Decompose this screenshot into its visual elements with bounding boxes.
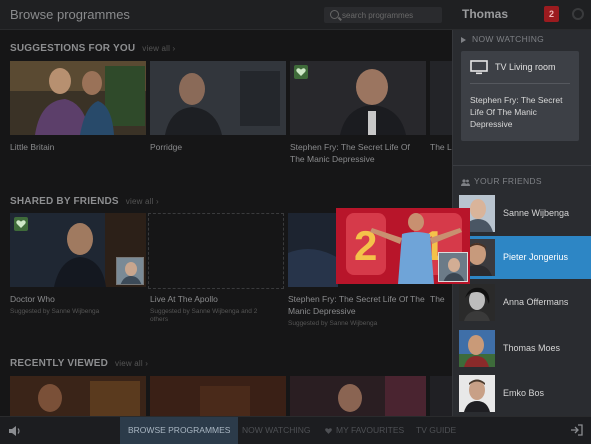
- social-panel: NOW WATCHING TV Living room Stephen Fry:…: [452, 30, 591, 444]
- section-title: SHARED BY FRIENDS: [10, 196, 119, 207]
- volume-icon[interactable]: [8, 425, 22, 437]
- programme-image: [10, 61, 146, 135]
- label-text: YOUR FRIENDS: [474, 176, 542, 186]
- programme-image: [430, 376, 452, 416]
- avatar: [459, 375, 495, 412]
- tile-title: Porridge: [150, 142, 183, 152]
- label-text: NOW WATCHING: [472, 34, 545, 44]
- tile-title: The: [430, 294, 445, 304]
- programme-image: [150, 61, 286, 135]
- tile-title: Doctor Who: [10, 294, 55, 304]
- section-title: RECENTLY VIEWED: [10, 358, 109, 369]
- programme-tile-doctor-who[interactable]: [10, 213, 146, 287]
- friend-item[interactable]: Emko Bos: [453, 372, 591, 415]
- device-name: TV Living room: [495, 62, 556, 72]
- tile-title: The L: [430, 142, 452, 152]
- programme-tile-live-at-the-apollo[interactable]: [148, 213, 284, 289]
- search-input[interactable]: [342, 8, 438, 22]
- user-name[interactable]: Thomas: [462, 7, 508, 21]
- programme-tile-recent-3[interactable]: [290, 376, 426, 416]
- friend-name: Sanne Wijbenga: [503, 208, 570, 218]
- notification-badge[interactable]: 2: [544, 6, 559, 22]
- tile-subtitle: Suggested by Sanne Wijbenga: [10, 308, 100, 315]
- favourite-heart-icon: [294, 65, 308, 79]
- heart-icon: [325, 428, 332, 434]
- friend-item[interactable]: Anna Offermans: [453, 281, 591, 324]
- tile-title: Stephen Fry: The Secret Life Of The Mani…: [290, 142, 410, 164]
- your-friends-label: YOUR FRIENDS: [461, 176, 542, 187]
- nav-my-favourites[interactable]: MY FAVOURITES: [316, 417, 412, 444]
- nav-label: MY FAVOURITES: [336, 425, 405, 435]
- friend-name: Thomas Moes: [503, 343, 561, 353]
- tv-icon: [470, 60, 488, 75]
- nav-now-watching[interactable]: NOW WATCHING: [234, 417, 318, 444]
- view-all-link[interactable]: view all ›: [142, 44, 175, 53]
- settings-gear-icon[interactable]: [572, 8, 584, 20]
- programme-tile-recent-4[interactable]: [430, 376, 452, 416]
- programme-image: [430, 61, 452, 135]
- tile-title: Little Britain: [10, 142, 55, 152]
- now-playing-programme: Stephen Fry: The Secret Life Of The Mani…: [470, 95, 563, 129]
- page-title: Browse programmes: [10, 7, 130, 22]
- nav-tv-guide[interactable]: TV GUIDE: [408, 417, 464, 444]
- friend-name: Emko Bos: [503, 388, 545, 398]
- programme-image: [290, 61, 426, 135]
- divider: [470, 83, 570, 84]
- view-all-link[interactable]: view all ›: [126, 197, 159, 206]
- friend-item[interactable]: Sanne Wijbenga: [453, 192, 591, 235]
- avatar: [459, 284, 495, 321]
- programme-tile-porridge[interactable]: [150, 61, 286, 135]
- tile-title: Stephen Fry: The Secret Life Of The Mani…: [288, 294, 425, 316]
- friend-item-selected[interactable]: Pieter Jongerius: [453, 236, 591, 279]
- programme-image: [150, 376, 286, 416]
- programme-image: [290, 376, 426, 416]
- tile-subtitle: Suggested by Sanne Wijbenga: [288, 320, 378, 327]
- search-icon: [330, 10, 339, 19]
- nav-browse-programmes[interactable]: BROWSE PROGRAMMES: [120, 417, 239, 444]
- bottom-nav-bar: BROWSE PROGRAMMES NOW WATCHING MY FAVOUR…: [0, 416, 591, 444]
- view-all-link[interactable]: view all ›: [115, 359, 148, 368]
- programme-image: [288, 213, 338, 287]
- favourite-heart-icon: [14, 217, 28, 231]
- friend-name: Pieter Jongerius: [503, 252, 569, 262]
- divider: [453, 165, 591, 166]
- friend-item[interactable]: Thomas Moes: [453, 327, 591, 370]
- dragged-programme-tile[interactable]: 2 1: [336, 208, 470, 284]
- programme-tile-partial[interactable]: [430, 61, 452, 135]
- programme-tile-recent-2[interactable]: [150, 376, 286, 416]
- programme-tile-stephen-fry[interactable]: [290, 61, 426, 135]
- avatar: [459, 330, 495, 367]
- friend-avatar: [116, 257, 144, 285]
- people-icon: [461, 178, 470, 187]
- tile-subtitle: Suggested by Sanne Wijbenga and 2 others: [150, 308, 258, 323]
- programme-tile-little-britain[interactable]: [10, 61, 146, 135]
- section-recent-header: RECENTLY VIEWED view all ›: [10, 358, 148, 369]
- now-watching-label: NOW WATCHING: [461, 34, 544, 44]
- tile-title: Live At The Apollo: [150, 294, 218, 304]
- top-bar: Browse programmes Thomas 2: [0, 0, 591, 30]
- programme-tile-recent-1[interactable]: [10, 376, 146, 416]
- friend-avatar: [438, 252, 468, 282]
- section-shared-header: SHARED BY FRIENDS view all ›: [10, 196, 159, 207]
- triangle-icon: [461, 36, 466, 43]
- programme-tile-stephen-fry-shared[interactable]: [288, 213, 338, 287]
- programme-image: [10, 376, 146, 416]
- section-title: SUGGESTIONS FOR YOU: [10, 43, 136, 54]
- search-box[interactable]: [324, 7, 442, 23]
- section-suggestions-header: SUGGESTIONS FOR YOU view all ›: [10, 43, 175, 54]
- logout-icon[interactable]: [570, 423, 584, 437]
- main-content: SUGGESTIONS FOR YOU view all › Little Br…: [0, 0, 470, 444]
- now-watching-card[interactable]: TV Living room Stephen Fry: The Secret L…: [461, 51, 579, 141]
- friend-name: Anna Offermans: [503, 297, 569, 307]
